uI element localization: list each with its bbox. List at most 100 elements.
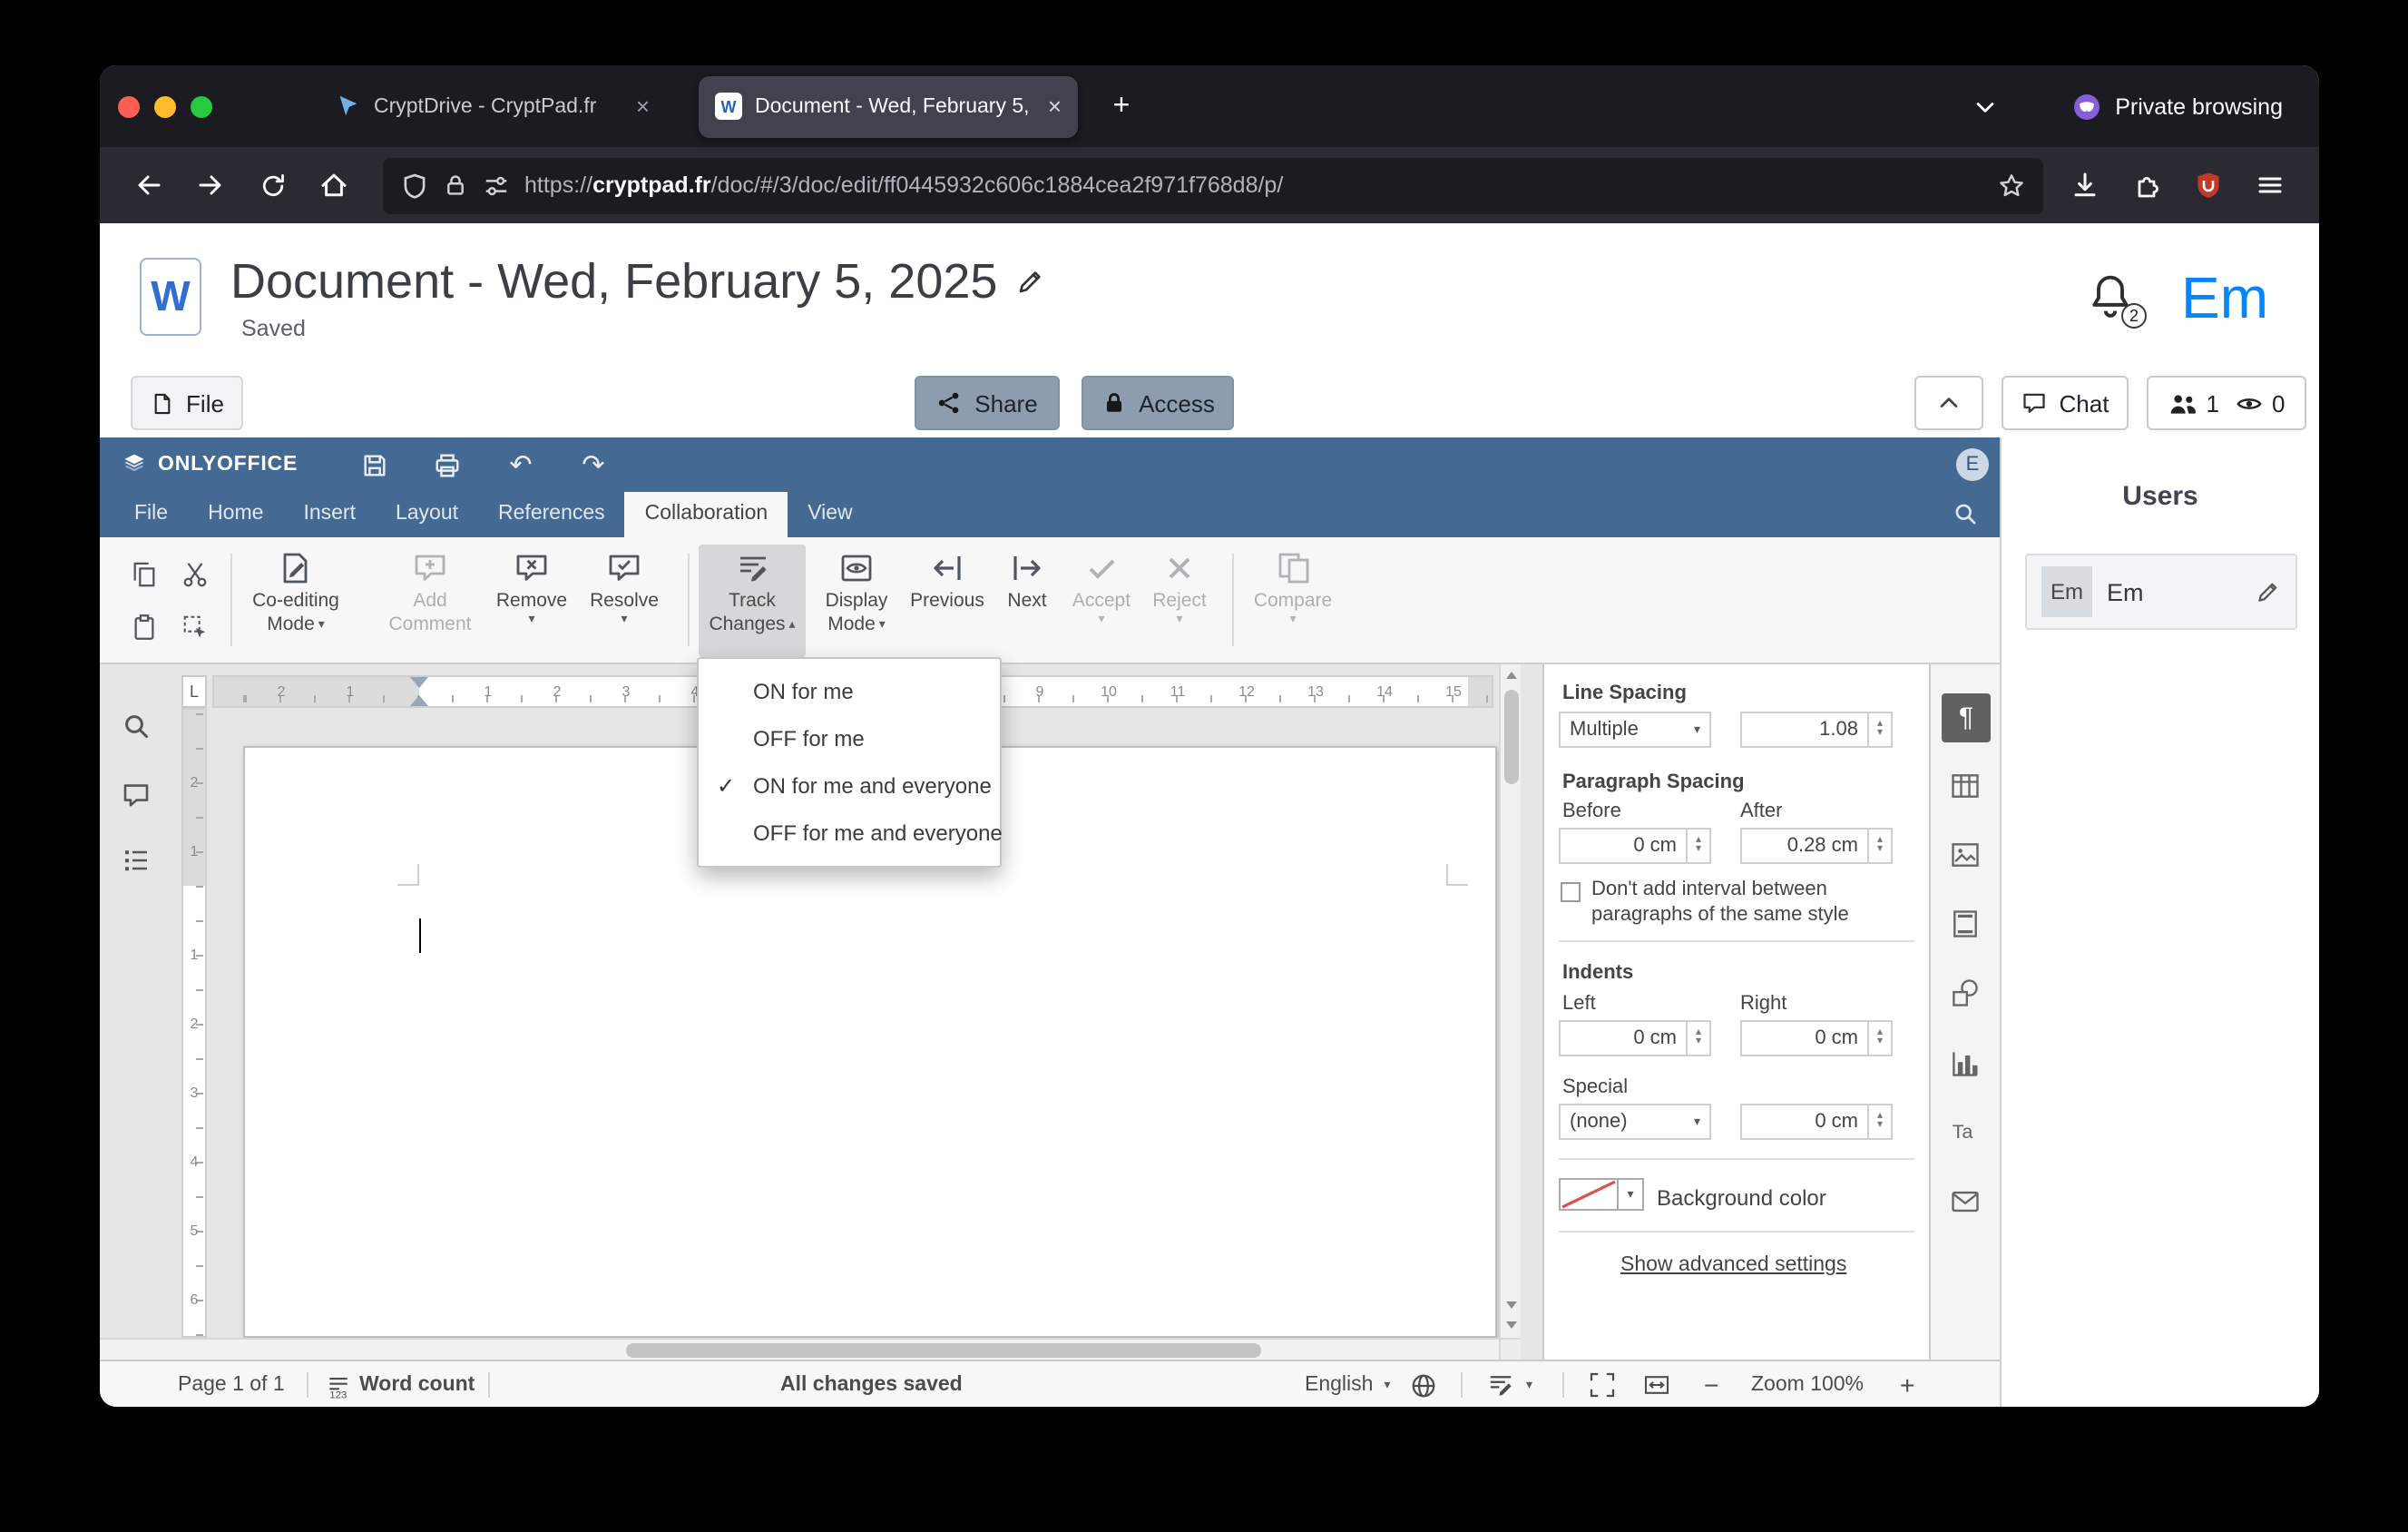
spinner[interactable]: ▴ ▾ <box>1686 1022 1709 1055</box>
edit-user-pencil-icon[interactable] <box>2256 579 2281 604</box>
text-art-settings-icon[interactable] <box>1947 1113 1983 1149</box>
app-menu-button[interactable] <box>2243 158 2297 212</box>
shape-settings-icon[interactable] <box>1947 975 1983 1011</box>
tab-cryptdrive[interactable]: CryptDrive - CryptPad.fr × <box>318 75 666 137</box>
menu-item-off-for-me[interactable]: OFF for me <box>699 715 1000 762</box>
ublock-extension-icon[interactable] <box>2181 158 2236 212</box>
collaborator-avatar[interactable]: E <box>1956 448 1989 481</box>
find-icon[interactable] <box>118 708 154 744</box>
zoom-out-button[interactable]: − <box>1704 1361 1718 1407</box>
window-zoom-button[interactable] <box>191 95 212 117</box>
language-selector[interactable]: English ▾ <box>1305 1361 1390 1407</box>
window-close-button[interactable] <box>118 95 140 117</box>
special-amount-input[interactable]: 0 cm ▴ ▾ <box>1740 1104 1893 1140</box>
redo-button[interactable]: ↷ <box>570 443 617 486</box>
background-color-caret[interactable]: ▾ <box>1619 1178 1644 1211</box>
list-tabs-chevron-icon[interactable] <box>1959 81 2010 132</box>
collapse-toolbar-button[interactable] <box>1914 376 1983 430</box>
left-indent-marker[interactable] <box>410 695 428 706</box>
account-avatar[interactable]: Em <box>2181 268 2268 326</box>
scrollbar-thumb[interactable] <box>626 1343 1261 1358</box>
tab-view[interactable]: View <box>788 492 872 537</box>
indent-right-input[interactable]: 0 cm ▴ ▾ <box>1740 1020 1893 1056</box>
document-title[interactable]: Document - Wed, February 5, 2025 <box>230 253 997 309</box>
back-button[interactable] <box>122 158 176 212</box>
display-mode-button[interactable]: Display Mode ▾ <box>808 545 905 657</box>
mail-merge-icon[interactable] <box>1947 1183 1983 1220</box>
reload-button[interactable] <box>245 158 299 212</box>
accept-change-button[interactable]: Accept ▾ <box>1058 545 1145 657</box>
new-tab-button[interactable]: + <box>1096 81 1147 132</box>
track-changes-button[interactable]: Track Changes ▴ <box>699 545 806 657</box>
header-footer-settings-icon[interactable] <box>1947 906 1983 942</box>
fit-page-button[interactable] <box>1588 1361 1617 1407</box>
forward-button[interactable] <box>183 158 238 212</box>
chat-button[interactable]: Chat <box>2002 376 2129 430</box>
table-settings-icon[interactable] <box>1947 768 1983 804</box>
chart-settings-icon[interactable] <box>1947 1046 1983 1082</box>
spinner[interactable]: ▴ ▾ <box>1867 713 1891 746</box>
first-line-indent-marker[interactable] <box>410 677 428 688</box>
file-button[interactable]: File <box>131 376 243 430</box>
spinner[interactable]: ▴ ▾ <box>1867 830 1891 862</box>
tab-close-icon[interactable]: × <box>1048 94 1062 118</box>
comments-panel-icon[interactable] <box>118 777 154 813</box>
tab-document-active[interactable]: W Document - Wed, February 5, 2 × <box>699 75 1078 137</box>
zoom-in-button[interactable]: + <box>1900 1361 1914 1407</box>
undo-button[interactable]: ↶ <box>497 443 544 486</box>
scroll-up-arrow[interactable] <box>1506 672 1517 679</box>
compare-button[interactable]: Compare ▾ <box>1241 545 1345 657</box>
access-button[interactable]: Access <box>1082 376 1234 430</box>
bookmark-star-icon[interactable] <box>1998 172 2025 199</box>
tab-collaboration[interactable]: Collaboration <box>624 492 788 537</box>
spinner[interactable]: ▴ ▾ <box>1867 1022 1891 1055</box>
quick-print-button[interactable] <box>423 443 470 486</box>
tab-layout[interactable]: Layout <box>376 492 478 537</box>
window-minimize-button[interactable] <box>154 95 176 117</box>
home-button[interactable] <box>307 158 361 212</box>
user-list-item[interactable]: Em Em <box>2025 554 2297 630</box>
tab-close-icon[interactable]: × <box>636 94 650 118</box>
horizontal-scrollbar[interactable] <box>100 1338 1499 1360</box>
word-count-button[interactable]: Word count <box>325 1361 475 1407</box>
downloads-button[interactable] <box>2058 158 2112 212</box>
users-summary-button[interactable]: 1 0 <box>2147 376 2306 430</box>
notifications-bell-icon[interactable]: 2 <box>2087 271 2147 328</box>
select-all-button[interactable] <box>172 604 216 648</box>
previous-change-button[interactable]: Previous <box>902 545 993 657</box>
line-spacing-amount-input[interactable]: 1.08 ▴ ▾ <box>1740 712 1893 748</box>
document-language-globe-icon[interactable] <box>1410 1361 1437 1407</box>
reject-change-button[interactable]: Reject ▾ <box>1138 545 1221 657</box>
cut-button[interactable] <box>172 552 216 595</box>
spinner[interactable]: ▴ ▾ <box>1867 1105 1891 1138</box>
resolve-comment-button[interactable]: Resolve ▾ <box>577 545 671 657</box>
tab-file[interactable]: File <box>114 492 188 537</box>
extensions-button[interactable] <box>2119 158 2174 212</box>
tab-references[interactable]: References <box>478 492 625 537</box>
spinner[interactable]: ▴ ▾ <box>1686 830 1709 862</box>
line-spacing-select[interactable]: Multiple ▾ <box>1559 712 1711 748</box>
search-icon[interactable] <box>1953 501 1978 526</box>
background-color-swatch[interactable] <box>1559 1178 1619 1211</box>
indent-left-input[interactable]: 0 cm ▴ ▾ <box>1559 1020 1711 1056</box>
remove-comment-button[interactable]: Remove ▾ <box>485 545 579 657</box>
share-button[interactable]: Share <box>915 376 1060 430</box>
scroll-down-arrow[interactable] <box>1506 1301 1517 1309</box>
spacing-before-input[interactable]: 0 cm ▴ ▾ <box>1559 828 1711 864</box>
track-changes-status-button[interactable]: ▾ <box>1486 1361 1532 1407</box>
tab-stop-selector[interactable]: L <box>181 675 207 708</box>
menu-item-on-for-everyone[interactable]: ✓ ON for me and everyone <box>699 762 1000 810</box>
no-interval-checkbox[interactable] <box>1561 882 1581 902</box>
next-page-arrow[interactable] <box>1506 1321 1517 1329</box>
menu-item-on-for-me[interactable]: ON for me <box>699 668 1000 715</box>
next-change-button[interactable]: Next <box>991 545 1063 657</box>
navigation-panel-icon[interactable] <box>118 842 154 879</box>
lock-icon[interactable] <box>443 172 468 198</box>
tab-insert[interactable]: Insert <box>283 492 376 537</box>
vertical-ruler[interactable]: 2 1 1 2 3 4 5 6 <box>181 708 207 1338</box>
add-comment-button[interactable]: Add Comment <box>374 545 486 657</box>
quick-save-button[interactable] <box>350 443 397 486</box>
advanced-settings-link[interactable]: Show advanced settings <box>1620 1254 1846 1276</box>
url-bar[interactable]: https://cryptpad.fr/doc/#/3/doc/edit/ff0… <box>383 157 2043 213</box>
copy-button[interactable] <box>122 552 165 595</box>
